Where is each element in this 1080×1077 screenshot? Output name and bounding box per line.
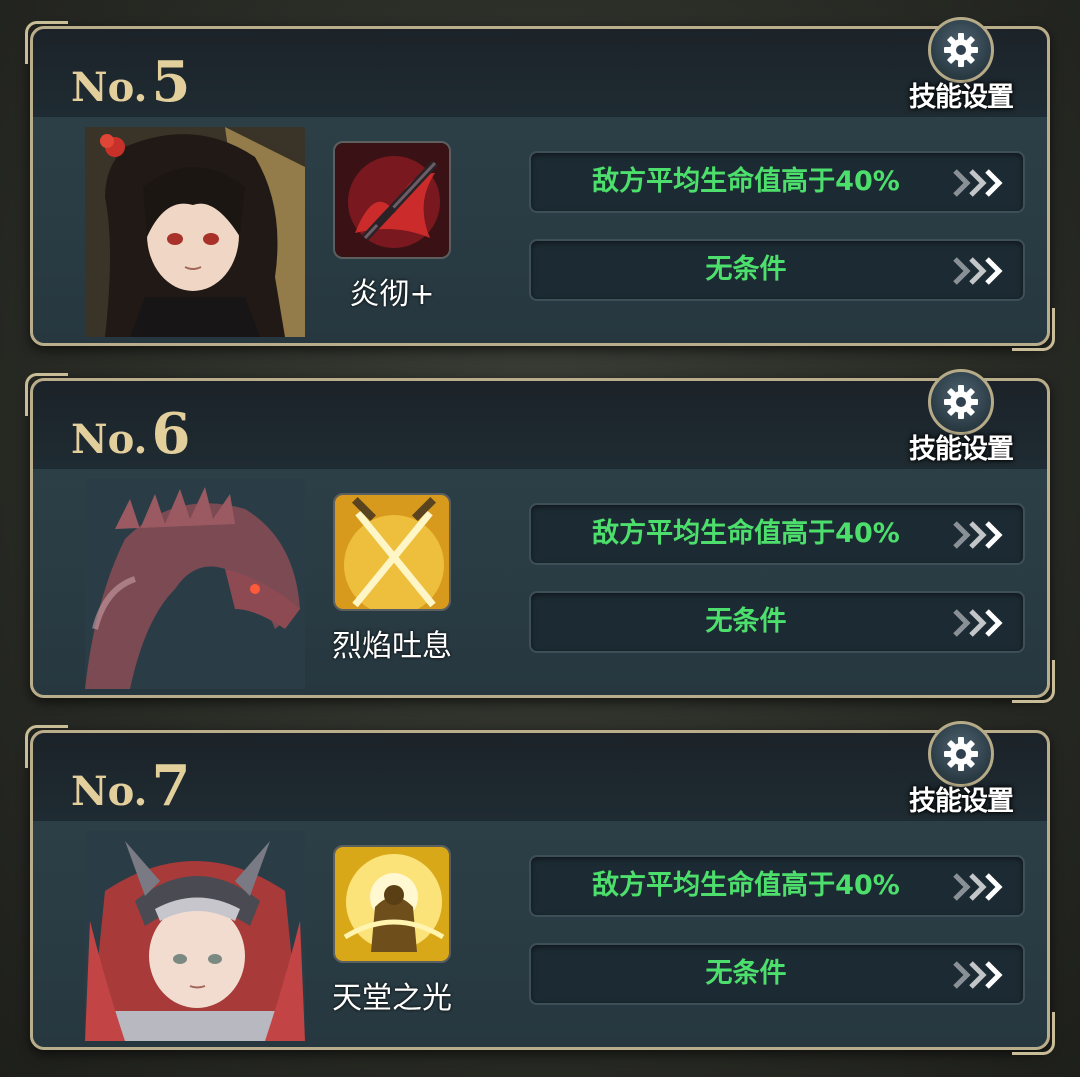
condition-1-selector[interactable]: 敌方平均生命值高于40%: [529, 503, 1025, 565]
skill-name: 烈焰吐息: [332, 629, 452, 664]
slot-number-value: 7: [151, 753, 191, 819]
condition-2-selector[interactable]: 无条件: [529, 239, 1025, 301]
slot-number: No. 7: [71, 753, 190, 819]
skill-card-6: No. 6 技能设置 烈焰吐息 敌方平均生命值高于40% 无条件: [25, 369, 1055, 703]
gear-icon: [928, 17, 994, 83]
triple-chevron-icon: [953, 609, 1003, 637]
slot-number-prefix: No.: [71, 768, 148, 815]
skill-name: 天堂之光: [332, 981, 452, 1016]
slot-number: No. 6: [71, 401, 190, 467]
crimson-flame-sword-icon[interactable]: [333, 141, 451, 259]
condition-1-selector[interactable]: 敌方平均生命值高于40%: [529, 151, 1025, 213]
skill-settings-button[interactable]: 技能设置: [901, 369, 1021, 469]
slot-number-value: 5: [151, 49, 191, 115]
condition-2-text: 无条件: [705, 254, 787, 285]
slot-number-prefix: No.: [71, 64, 148, 111]
dark-haired-heroine-portrait: [85, 127, 305, 337]
slot-number-prefix: No.: [71, 416, 148, 463]
condition-2-text: 无条件: [705, 606, 787, 637]
skill-settings-label: 技能设置: [909, 82, 1014, 113]
slot-number-value: 6: [151, 401, 191, 467]
triple-chevron-icon: [953, 169, 1003, 197]
triple-chevron-icon: [953, 873, 1003, 901]
red-haired-knight-portrait: [85, 831, 305, 1041]
triple-chevron-icon: [953, 257, 1003, 285]
radiant-warrior-icon[interactable]: [333, 845, 451, 963]
gear-icon: [928, 721, 994, 787]
slot-number: No. 5: [71, 49, 190, 115]
gear-icon: [928, 369, 994, 435]
condition-1-text: 敌方平均生命值高于40%: [592, 870, 900, 901]
skill-card-7: No. 7 技能设置 天堂之光 敌方平均生命值高于40% 无条件: [25, 721, 1055, 1055]
condition-1-selector[interactable]: 敌方平均生命值高于40%: [529, 855, 1025, 917]
condition-1-text: 敌方平均生命值高于40%: [592, 166, 900, 197]
condition-2-selector[interactable]: 无条件: [529, 943, 1025, 1005]
skill-settings-button[interactable]: 技能设置: [901, 17, 1021, 117]
red-dragon-portrait: [85, 479, 305, 689]
condition-2-text: 无条件: [705, 958, 787, 989]
condition-1-text: 敌方平均生命值高于40%: [592, 518, 900, 549]
skill-settings-label: 技能设置: [909, 434, 1014, 465]
crossed-golden-swords-icon[interactable]: [333, 493, 451, 611]
triple-chevron-icon: [953, 521, 1003, 549]
skill-settings-button[interactable]: 技能设置: [901, 721, 1021, 821]
condition-2-selector[interactable]: 无条件: [529, 591, 1025, 653]
triple-chevron-icon: [953, 961, 1003, 989]
skill-card-5: No. 5 技能设置 炎彻+ 敌方平均生命值高于40% 无条件: [25, 17, 1055, 351]
skill-name: 炎彻+: [349, 277, 435, 312]
skill-settings-label: 技能设置: [909, 786, 1014, 817]
